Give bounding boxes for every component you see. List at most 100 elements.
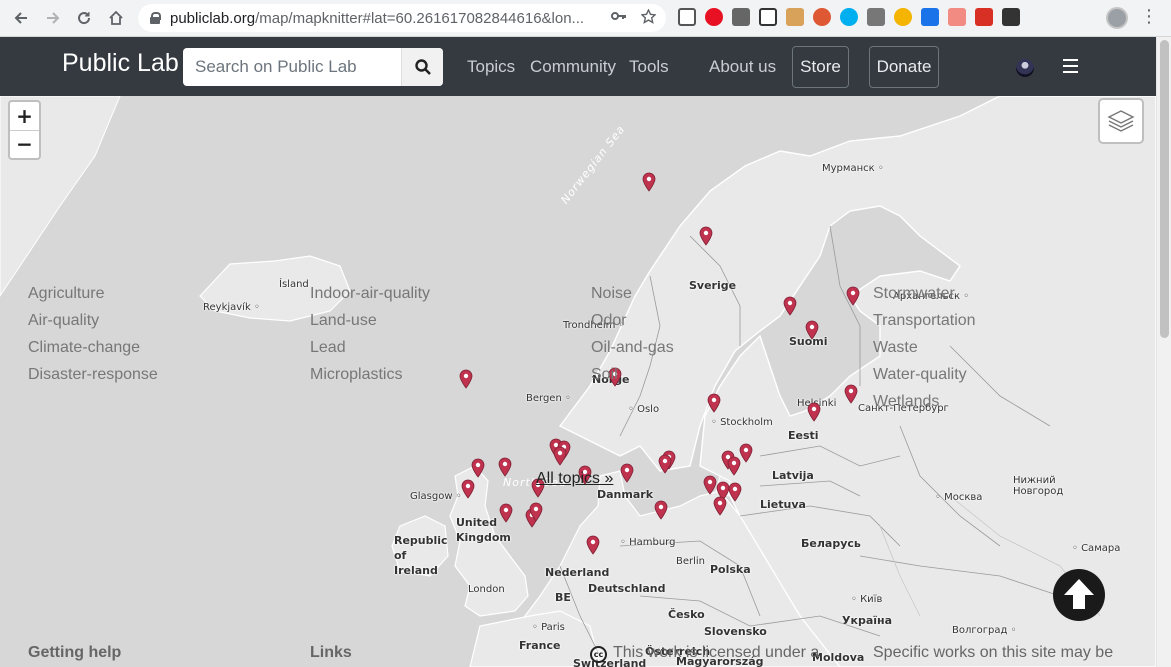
topic-column-1: Agriculture Air-quality Climate-change D… (28, 280, 158, 388)
map-marker-icon[interactable] (553, 446, 567, 466)
map-marker-icon[interactable] (642, 172, 656, 192)
topic-link[interactable]: Land-use (310, 307, 430, 334)
topic-link[interactable]: Climate-change (28, 334, 158, 361)
scroll-to-top-button[interactable] (1053, 569, 1105, 621)
place-label: BE (555, 591, 571, 604)
translate-icon[interactable] (921, 8, 939, 26)
topic-link[interactable]: Disaster-response (28, 361, 158, 388)
reload-icon[interactable] (71, 5, 97, 31)
donate-button[interactable]: Donate (869, 46, 939, 88)
zoom-in-button[interactable]: + (10, 102, 39, 131)
topic-link[interactable]: Agriculture (28, 280, 158, 307)
hamburger-menu-icon[interactable] (1063, 59, 1078, 73)
menu-kebab-icon[interactable]: ⋮ (1140, 6, 1158, 27)
topic-link[interactable]: Noise (591, 280, 674, 307)
topic-link[interactable]: Microplastics (310, 361, 430, 388)
clipboard-icon[interactable] (786, 8, 804, 26)
place-label: Reykjavík ◦ (203, 302, 260, 313)
place-label: ◦ Paris (532, 622, 565, 633)
layers-button[interactable] (1098, 98, 1144, 144)
lock-icon (150, 12, 161, 24)
map-marker-icon[interactable] (529, 502, 543, 522)
search-input[interactable] (183, 48, 401, 86)
profile-avatar[interactable] (1106, 7, 1128, 29)
url-path: /map/mapknitter#lat=60.261617082844616&l… (255, 9, 585, 27)
topic-link[interactable]: Air-quality (28, 307, 158, 334)
arrow-extension-icon[interactable] (948, 8, 966, 26)
nav-about[interactable]: About us (709, 57, 776, 77)
map-marker-icon[interactable] (807, 402, 821, 422)
home-icon[interactable] (103, 5, 129, 31)
topic-link[interactable]: Transportation (873, 307, 976, 334)
duckduckgo-icon[interactable] (813, 8, 831, 26)
place-label: Lietuva (760, 498, 806, 511)
map-marker-icon[interactable] (846, 286, 860, 306)
place-label: Sverige (689, 279, 737, 292)
map-marker-icon[interactable] (658, 454, 672, 474)
map-marker-icon[interactable] (739, 443, 753, 463)
star-icon[interactable] (640, 8, 657, 27)
place-label: Eesti (788, 429, 819, 442)
place-label: Беларусь (801, 537, 861, 550)
coin-icon[interactable] (894, 8, 912, 26)
topic-link[interactable]: Oil-and-gas (591, 334, 674, 361)
map-marker-icon[interactable] (620, 463, 634, 483)
search-icon (414, 59, 431, 75)
place-label: ◦ Stockholm (711, 417, 773, 428)
address-bar[interactable]: publiclab.org/map/mapknitter#lat=60.2616… (138, 4, 666, 32)
camera-icon[interactable] (732, 8, 750, 26)
map-marker-icon[interactable] (699, 226, 713, 246)
store-button[interactable]: Store (792, 46, 849, 88)
map-marker-icon[interactable] (783, 296, 797, 316)
key-icon[interactable] (611, 9, 627, 27)
user-avatar[interactable] (1016, 59, 1034, 77)
search-button[interactable] (401, 48, 443, 86)
topic-link[interactable]: Odor (591, 307, 674, 334)
nav-community[interactable]: Community (530, 57, 616, 77)
opera-icon[interactable] (705, 8, 723, 26)
pocket-icon[interactable] (678, 8, 696, 26)
topic-link[interactable]: Stormwater (873, 280, 976, 307)
map-marker-icon[interactable] (461, 479, 475, 499)
bug-icon[interactable] (975, 8, 993, 26)
back-icon[interactable] (8, 5, 34, 31)
map-marker-icon[interactable] (728, 482, 742, 502)
url-host: publiclab.org (170, 9, 256, 27)
place-label: Polska (710, 563, 751, 576)
topic-link[interactable]: Indoor-air-quality (310, 280, 430, 307)
all-topics-link[interactable]: All topics » (536, 470, 613, 488)
forward-icon[interactable] (40, 5, 66, 31)
place-label: Мурманск ◦ (822, 163, 884, 174)
map-marker-icon[interactable] (707, 393, 721, 413)
skype-icon[interactable] (840, 8, 858, 26)
browser-toolbar: publiclab.org/map/mapknitter#lat=60.2616… (0, 0, 1171, 37)
nav-tools[interactable]: Tools (629, 57, 669, 77)
map-marker-icon[interactable] (471, 458, 485, 478)
map-marker-icon[interactable] (805, 320, 819, 340)
page-scrollbar[interactable] (1156, 37, 1171, 667)
map-marker-icon[interactable] (499, 503, 513, 523)
map-marker-icon[interactable] (713, 496, 727, 516)
zoom-out-button[interactable]: − (10, 131, 39, 159)
nav-topics[interactable]: Topics (467, 57, 515, 77)
place-label: Bergen ◦ (526, 393, 571, 404)
topic-link[interactable]: Waste (873, 334, 976, 361)
ninja-icon[interactable] (1002, 8, 1020, 26)
map-marker-icon[interactable] (459, 369, 473, 389)
map-marker-icon[interactable] (586, 535, 600, 555)
map-marker-icon[interactable] (498, 457, 512, 477)
map-marker-icon[interactable] (844, 384, 858, 404)
scrollbar-thumb[interactable] (1160, 40, 1169, 338)
arrow-up-icon (1064, 579, 1094, 609)
topic-link[interactable]: Soil (591, 361, 674, 388)
site-logo[interactable]: Public Lab (62, 49, 179, 78)
map[interactable]: Norwegian Sea North Sea Мурманск ◦ Íslan… (0, 96, 1156, 667)
topic-link[interactable]: Water-quality (873, 361, 976, 388)
drive-icon[interactable] (867, 8, 885, 26)
bracket-icon[interactable] (759, 8, 777, 26)
topic-link[interactable]: Lead (310, 334, 430, 361)
topic-link[interactable]: Wetlands (873, 388, 976, 415)
map-marker-icon[interactable] (703, 475, 717, 495)
map-marker-icon[interactable] (654, 500, 668, 520)
place-label: Deutschland (588, 582, 666, 595)
